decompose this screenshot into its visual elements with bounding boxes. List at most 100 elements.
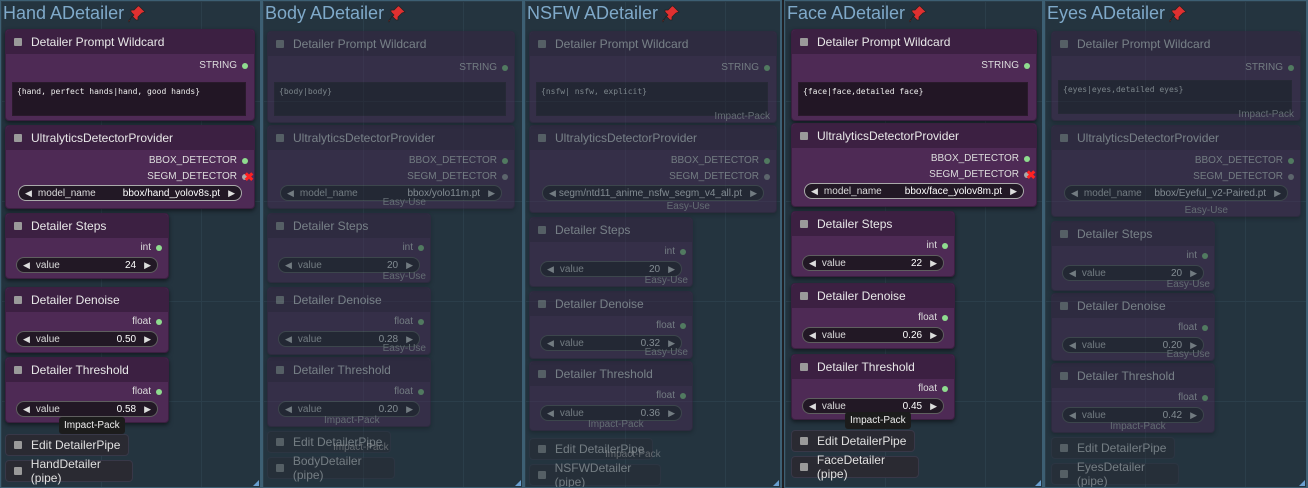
group-body-adetailer[interactable]: Body ADetailer Detailer Prompt Wildcard … [262, 0, 524, 488]
output-socket-icon[interactable] [942, 385, 948, 392]
bbox-output[interactable]: BBOX_DETECTOR [149, 155, 248, 166]
decrement-icon[interactable]: ◀ [547, 338, 554, 349]
output-socket-icon[interactable] [1202, 252, 1208, 259]
wildcard-text-field[interactable]: {face|face,detailed face} [798, 82, 1028, 116]
increment-icon[interactable]: ▶ [144, 404, 151, 415]
collapse-icon[interactable] [800, 132, 808, 140]
collapse-icon[interactable] [800, 463, 808, 471]
group-nsfw-adetailer[interactable]: NSFW ADetailer Detailer Prompt Wildcard … [524, 0, 782, 488]
wildcard-node[interactable]: Detailer Prompt Wildcard STRING {body|bo… [267, 31, 515, 123]
threshold-node[interactable]: Detailer Threshold float ◀ value 0.20 ▶ Imp… [267, 357, 431, 427]
group-title[interactable]: Eyes ADetailer [1047, 3, 1187, 24]
wildcard-text-field[interactable]: {hand, perfect hands|hand, good hands} [12, 82, 246, 116]
steps-node[interactable]: Detailer Steps int ◀ value 22 ▶ [791, 211, 955, 277]
steps-node[interactable]: Detailer Steps int ◀ value 20 ▶ Easy-Use [1051, 221, 1215, 291]
collapse-icon[interactable] [1060, 230, 1068, 238]
output-socket-icon[interactable] [1288, 173, 1294, 180]
increment-icon[interactable]: ▶ [668, 264, 675, 275]
denoise-value-widget[interactable]: ◀ value 0.26 ▶ [802, 327, 944, 343]
output-socket-icon[interactable] [1024, 155, 1030, 162]
group-title[interactable]: NSFW ADetailer [527, 3, 680, 24]
output-socket-icon[interactable] [1202, 394, 1208, 401]
wildcard-node[interactable]: Detailer Prompt Wildcard STRING {hand, p… [5, 29, 255, 121]
decrement-icon[interactable]: ◀ [809, 258, 816, 269]
collapse-icon[interactable] [538, 40, 546, 48]
pin-icon[interactable] [1169, 5, 1187, 23]
detailer-pipe-node[interactable]: BodyDetailer (pipe) [267, 454, 395, 482]
group-title[interactable]: Hand ADetailer [3, 3, 146, 24]
group-face-adetailer[interactable]: Face ADetailer Detailer Prompt Wildcard … [784, 0, 1044, 488]
collapse-icon[interactable] [1060, 134, 1068, 142]
chevron-right-icon[interactable]: ▶ [488, 188, 495, 199]
decrement-icon[interactable]: ◀ [1069, 340, 1076, 351]
chevron-right-icon[interactable]: ▶ [750, 188, 757, 199]
decrement-icon[interactable]: ◀ [23, 260, 30, 271]
chevron-left-icon[interactable]: ◀ [1071, 188, 1078, 199]
collapse-icon[interactable] [800, 292, 808, 300]
increment-icon[interactable]: ▶ [930, 401, 937, 412]
decrement-icon[interactable]: ◀ [285, 404, 292, 415]
detailer-pipe-node[interactable]: NSFWDetailer (pipe) [529, 461, 661, 487]
steps-value-widget[interactable]: ◀ value 22 ▶ [802, 255, 944, 271]
decrement-icon[interactable]: ◀ [23, 404, 30, 415]
collapse-icon[interactable] [1060, 470, 1068, 478]
detector-provider-node[interactable]: UltralyticsDetectorProvider BBOX_DETECTO… [529, 125, 777, 213]
increment-icon[interactable]: ▶ [930, 330, 937, 341]
pin-icon[interactable] [662, 5, 680, 23]
chevron-left-icon[interactable]: ◀ [287, 188, 294, 199]
collapse-icon[interactable] [800, 363, 808, 371]
decrement-icon[interactable]: ◀ [1069, 410, 1076, 421]
collapse-icon[interactable] [14, 467, 22, 475]
segm-output[interactable]: SEGM_DETECTOR ✖ [147, 170, 254, 184]
threshold-node[interactable]: Detailer Threshold float ◀ value 0.36 ▶ Imp… [529, 361, 693, 431]
group-hand-adetailer[interactable]: Hand ADetailer Detailer Prompt Wildcard … [0, 0, 262, 488]
resize-handle[interactable] [1035, 480, 1041, 486]
group-title[interactable]: Body ADetailer [265, 3, 406, 24]
model-name-combo[interactable]: ◀ segm/ntd11_anime_nsfw_segm_v4_all.pt ▶ [542, 185, 764, 201]
collapse-icon[interactable] [1060, 372, 1068, 380]
group-eyes-adetailer[interactable]: Eyes ADetailer Detailer Prompt Wildcard … [1044, 0, 1308, 488]
increment-icon[interactable]: ▶ [406, 404, 413, 415]
denoise-value-widget[interactable]: ◀ value 0.50 ▶ [16, 331, 158, 347]
resize-handle[interactable] [253, 480, 259, 486]
resize-handle[interactable] [515, 480, 521, 486]
output-socket-icon[interactable] [1288, 64, 1294, 71]
collapse-icon[interactable] [14, 134, 22, 142]
collapse-icon[interactable] [538, 370, 546, 378]
decrement-icon[interactable]: ◀ [285, 260, 292, 271]
increment-icon[interactable]: ▶ [144, 334, 151, 345]
increment-icon[interactable]: ▶ [668, 408, 675, 419]
chevron-right-icon[interactable]: ▶ [1010, 186, 1017, 197]
group-title[interactable]: Face ADetailer [787, 3, 927, 24]
collapse-icon[interactable] [276, 438, 284, 446]
edit-detailer-pipe-node[interactable]: Edit DetailerPipe [791, 430, 915, 452]
steps-node[interactable]: Detailer Steps int ◀ value 20 ▶ Easy-Use [267, 213, 431, 283]
output-socket-icon[interactable] [242, 157, 248, 164]
output-socket-icon[interactable] [418, 244, 424, 251]
output-socket-icon[interactable] [502, 64, 508, 71]
collapse-icon[interactable] [1060, 302, 1068, 310]
collapse-icon[interactable] [1060, 444, 1068, 452]
detector-provider-node[interactable]: UltralyticsDetectorProvider BBOX_DETECTO… [791, 123, 1037, 207]
output-socket-icon[interactable] [680, 392, 686, 399]
output-socket-icon[interactable] [156, 244, 162, 251]
denoise-node[interactable]: Detailer Denoise float ◀ value 0.26 ▶ [791, 283, 955, 349]
collapse-icon[interactable] [538, 471, 546, 479]
denoise-node[interactable]: Detailer Denoise float ◀ value 0.20 ▶ Easy-… [1051, 293, 1215, 361]
decrement-icon[interactable]: ◀ [1069, 268, 1076, 279]
chevron-right-icon[interactable]: ▶ [228, 188, 235, 199]
output-socket-icon[interactable] [156, 388, 162, 395]
collapse-icon[interactable] [800, 220, 808, 228]
increment-icon[interactable]: ▶ [406, 260, 413, 271]
output-socket-icon[interactable] [502, 173, 508, 180]
chevron-left-icon[interactable]: ◀ [811, 186, 818, 197]
threshold-node[interactable]: Detailer Threshold float ◀ value 0.42 ▶ Imp… [1051, 363, 1215, 433]
detector-provider-node[interactable]: UltralyticsDetectorProvider BBOX_DETECTO… [1051, 125, 1301, 217]
chevron-left-icon[interactable]: ◀ [25, 188, 32, 199]
collapse-icon[interactable] [538, 300, 546, 308]
output-socket-icon[interactable] [1288, 157, 1294, 164]
output-socket-icon[interactable] [242, 62, 248, 69]
denoise-node[interactable]: Detailer Denoise float ◀ value 0.50 ▶ [5, 287, 169, 353]
detailer-pipe-node[interactable]: HandDetailer (pipe) [5, 457, 133, 485]
threshold-value-widget[interactable]: ◀ value 0.58 ▶ [16, 401, 158, 417]
